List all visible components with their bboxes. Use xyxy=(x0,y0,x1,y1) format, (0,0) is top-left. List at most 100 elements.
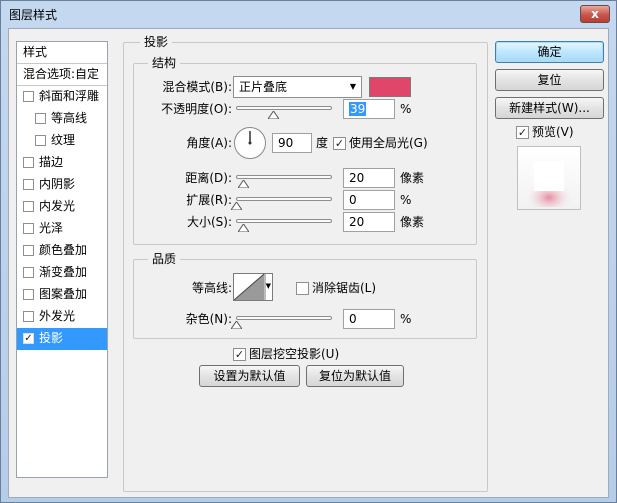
style-list-label: 描边 xyxy=(39,155,64,169)
spread-value: 0 xyxy=(349,193,357,207)
opacity-value: 39 xyxy=(349,102,367,116)
style-list-label: 斜面和浮雕 xyxy=(39,89,100,103)
opacity-slider[interactable] xyxy=(236,106,332,110)
size-slider[interactable] xyxy=(236,219,332,223)
drop-shadow-title: 投影 xyxy=(140,35,173,49)
style-list-label: 光泽 xyxy=(39,221,64,235)
anti-alias-checkbox[interactable] xyxy=(296,282,309,295)
size-value: 20 xyxy=(349,215,365,229)
style-list-label: 外发光 xyxy=(39,309,76,323)
size-slider-thumb[interactable] xyxy=(238,224,250,232)
blend-mode-value: 正片叠底 xyxy=(239,80,288,94)
style-list-label: 等高线 xyxy=(51,111,88,125)
style-checkbox[interactable] xyxy=(35,135,46,146)
distance-slider[interactable] xyxy=(236,175,332,179)
angle-label: 角度(A): xyxy=(186,136,232,150)
spread-unit: % xyxy=(400,193,412,207)
style-checkbox[interactable] xyxy=(23,223,34,234)
style-list-label: 纹理 xyxy=(51,133,76,147)
style-list-item[interactable]: 内发光 xyxy=(17,196,107,218)
style-checkbox[interactable] xyxy=(23,179,34,190)
style-list-label: 投影 xyxy=(39,331,64,345)
size-input[interactable]: 20 xyxy=(343,212,395,232)
size-label: 大小(S): xyxy=(186,215,232,229)
angle-dial[interactable] xyxy=(234,127,266,159)
opacity-input[interactable]: 39 xyxy=(343,99,395,119)
global-light-checkbox[interactable]: ✓ xyxy=(333,137,346,150)
style-list-item[interactable]: 等高线 xyxy=(17,108,107,130)
style-checkbox[interactable] xyxy=(23,157,34,168)
style-list: 样式 混合选项:自定 斜面和浮雕等高线纹理描边内阴影内发光光泽颜色叠加渐变叠加图… xyxy=(16,41,108,478)
style-list-item[interactable]: 外发光 xyxy=(17,306,107,328)
drop-shadow-group: 投影 结构 混合模式(B): 正片叠底 ▼ 不透明度(O): 39 % 角度(A… xyxy=(123,35,488,492)
spread-label: 扩展(R): xyxy=(186,193,232,207)
style-list-header: 样式 xyxy=(17,42,107,64)
style-checkbox[interactable] xyxy=(23,245,34,256)
size-unit: 像素 xyxy=(400,215,425,229)
style-checkbox[interactable] xyxy=(23,311,34,322)
chevron-down-icon: ▼ xyxy=(265,282,271,290)
style-list-item[interactable]: 光泽 xyxy=(17,218,107,240)
angle-value: 90 xyxy=(278,136,294,150)
structure-group: 结构 混合模式(B): 正片叠底 ▼ 不透明度(O): 39 % 角度(A): xyxy=(133,56,477,245)
reset-button[interactable]: 复位 xyxy=(495,69,604,91)
style-list-item[interactable]: 内阴影 xyxy=(17,174,107,196)
style-list-item[interactable]: 图案叠加 xyxy=(17,284,107,306)
distance-input[interactable]: 20 xyxy=(343,168,395,188)
opacity-label: 不透明度(O): xyxy=(161,102,232,116)
angle-input[interactable]: 90 xyxy=(272,133,312,153)
title-bar[interactable]: 图层样式 x xyxy=(1,1,616,27)
contour-picker[interactable]: ▼ xyxy=(233,273,273,301)
make-default-button[interactable]: 设置为默认值 xyxy=(199,365,300,387)
style-list-item[interactable]: 斜面和浮雕 xyxy=(17,86,107,108)
style-list-label: 内阴影 xyxy=(39,177,76,191)
style-list-item[interactable]: ✓ 投影 xyxy=(17,328,107,350)
noise-slider[interactable] xyxy=(236,316,332,320)
ok-button[interactable]: 确定 xyxy=(495,41,604,63)
noise-input[interactable]: 0 xyxy=(343,309,395,329)
noise-slider-thumb[interactable] xyxy=(230,321,242,329)
spread-input[interactable]: 0 xyxy=(343,190,395,210)
preview-thumbnail xyxy=(517,146,581,210)
new-style-button[interactable]: 新建样式(W)... xyxy=(495,97,604,119)
knockout-label[interactable]: 图层挖空投影(U) xyxy=(249,344,339,364)
contour-label: 等高线: xyxy=(191,281,232,295)
style-checkbox[interactable] xyxy=(35,113,46,124)
knockout-checkbox[interactable]: ✓ xyxy=(233,348,246,361)
style-list-item[interactable]: 颜色叠加 xyxy=(17,240,107,262)
style-list-label: 渐变叠加 xyxy=(39,265,88,279)
style-list-label: 颜色叠加 xyxy=(39,243,88,257)
style-list-label: 内发光 xyxy=(39,199,76,213)
style-list-item[interactable]: 渐变叠加 xyxy=(17,262,107,284)
opacity-slider-thumb[interactable] xyxy=(267,111,279,119)
style-list-label: 图案叠加 xyxy=(39,287,88,301)
reset-default-button[interactable]: 复位为默认值 xyxy=(306,365,404,387)
style-checkbox[interactable] xyxy=(23,91,34,102)
blend-mode-select[interactable]: 正片叠底 ▼ xyxy=(233,76,362,98)
close-icon[interactable]: x xyxy=(580,5,610,23)
style-checkbox[interactable] xyxy=(23,267,34,278)
distance-value: 20 xyxy=(349,171,365,185)
angle-unit: 度 xyxy=(316,136,329,150)
global-light-label[interactable]: 使用全局光(G) xyxy=(349,133,428,153)
blend-mode-label: 混合模式(B): xyxy=(162,80,232,94)
noise-unit: % xyxy=(400,312,412,326)
blend-options-item[interactable]: 混合选项:自定 xyxy=(17,64,107,86)
quality-title: 品质 xyxy=(148,252,181,266)
style-list-item[interactable]: 纹理 xyxy=(17,130,107,152)
spread-slider-thumb[interactable] xyxy=(230,202,242,210)
noise-value: 0 xyxy=(349,312,357,326)
style-checkbox[interactable] xyxy=(23,201,34,212)
opacity-unit: % xyxy=(400,102,412,116)
style-list-item[interactable]: 描边 xyxy=(17,152,107,174)
distance-slider-thumb[interactable] xyxy=(238,180,250,188)
preview-checkbox[interactable]: ✓ xyxy=(516,126,529,139)
window-title: 图层样式 xyxy=(9,8,58,22)
preview-label[interactable]: 预览(V) xyxy=(532,122,574,142)
style-checkbox[interactable] xyxy=(23,289,34,300)
anti-alias-label[interactable]: 消除锯齿(L) xyxy=(312,278,376,298)
distance-label: 距离(D): xyxy=(185,171,232,185)
spread-slider[interactable] xyxy=(236,197,332,201)
shadow-color-swatch[interactable] xyxy=(369,77,411,97)
style-checkbox[interactable]: ✓ xyxy=(23,333,34,344)
